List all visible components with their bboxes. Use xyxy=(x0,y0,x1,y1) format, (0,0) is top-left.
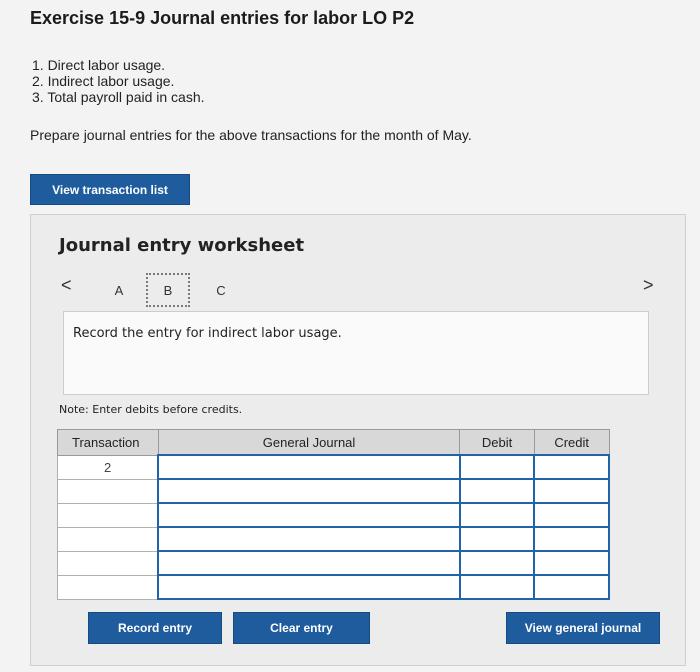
account-select-cell[interactable] xyxy=(157,574,461,600)
general-journal-column-header: General Journal xyxy=(157,429,461,456)
step-item: 2. Indirect labor usage. xyxy=(32,73,175,89)
debit-column-header: Debit xyxy=(459,429,535,456)
transaction-cell xyxy=(57,574,159,600)
table-row xyxy=(57,502,610,528)
table-row xyxy=(57,478,610,504)
debit-input-cell[interactable] xyxy=(458,478,536,504)
credit-input-cell[interactable] xyxy=(533,574,610,600)
transaction-cell: 2 xyxy=(57,454,159,480)
account-select-cell[interactable] xyxy=(157,454,461,480)
credit-input-cell[interactable] xyxy=(533,502,610,528)
step-item: 1. Direct labor usage. xyxy=(32,57,166,73)
step-item: 3. Total payroll paid in cash. xyxy=(32,89,205,105)
table-row xyxy=(57,526,610,552)
credit-input-cell[interactable] xyxy=(533,454,610,480)
entry-instruction-box: Record the entry for indirect labor usag… xyxy=(63,311,649,395)
account-select-cell[interactable] xyxy=(157,550,461,576)
transaction-cell xyxy=(57,526,159,552)
tab-c[interactable]: C xyxy=(199,273,243,307)
debits-before-credits-note: Note: Enter debits before credits. xyxy=(59,403,243,416)
credit-input-cell[interactable] xyxy=(533,550,610,576)
account-select-cell[interactable] xyxy=(157,526,461,552)
view-transaction-list-button[interactable]: View transaction list xyxy=(30,174,190,205)
transaction-cell xyxy=(57,502,159,528)
credit-input-cell[interactable] xyxy=(533,526,610,552)
journal-entry-table: Transaction General Journal Debit Credit… xyxy=(57,429,610,600)
instructions-text: Prepare journal entries for the above tr… xyxy=(30,127,472,143)
record-entry-button[interactable]: Record entry xyxy=(88,612,222,644)
transaction-steps-list: 1. Direct labor usage. 2. Indirect labor… xyxy=(32,57,205,105)
debit-input-cell[interactable] xyxy=(458,526,536,552)
transaction-cell xyxy=(57,550,159,576)
debit-input-cell[interactable] xyxy=(458,574,536,600)
previous-arrow-icon[interactable]: < xyxy=(61,275,72,296)
transaction-column-header: Transaction xyxy=(57,429,159,456)
next-arrow-icon[interactable]: > xyxy=(643,275,654,296)
credit-column-header: Credit xyxy=(533,429,610,456)
table-row: 2 xyxy=(57,454,610,480)
entry-instruction-text: Record the entry for indirect labor usag… xyxy=(73,326,342,341)
tab-b[interactable]: B xyxy=(146,273,190,307)
clear-entry-button[interactable]: Clear entry xyxy=(233,612,370,644)
journal-entry-worksheet-panel: Journal entry worksheet < A B C > Record… xyxy=(30,214,686,666)
credit-input-cell[interactable] xyxy=(533,478,610,504)
view-general-journal-button[interactable]: View general journal xyxy=(506,612,660,644)
worksheet-title: Journal entry worksheet xyxy=(59,235,305,256)
debit-input-cell[interactable] xyxy=(458,550,536,576)
account-select-cell[interactable] xyxy=(157,478,461,504)
debit-input-cell[interactable] xyxy=(458,502,536,528)
table-row xyxy=(57,574,610,600)
account-select-cell[interactable] xyxy=(157,502,461,528)
exercise-title: Exercise 15-9 Journal entries for labor … xyxy=(30,8,415,28)
tab-a[interactable]: A xyxy=(97,273,141,307)
debit-input-cell[interactable] xyxy=(458,454,536,480)
transaction-cell xyxy=(57,478,159,504)
table-row xyxy=(57,550,610,576)
